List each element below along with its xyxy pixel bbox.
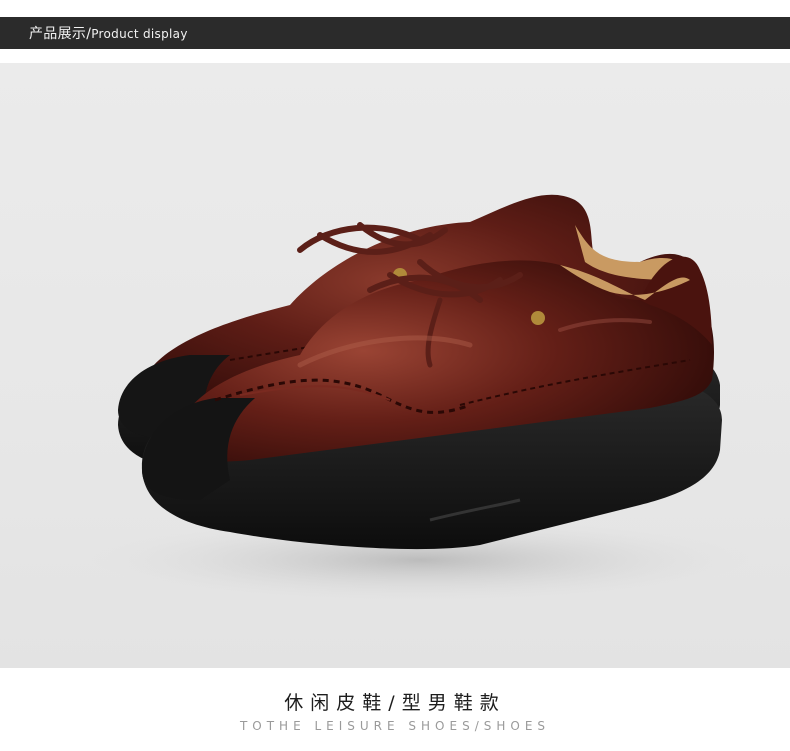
shoe-illustration <box>90 194 750 602</box>
front-shoe <box>141 256 722 550</box>
section-title: 产品展示/Product display <box>29 23 188 43</box>
section-title-cn: 产品展示 <box>29 26 87 42</box>
product-caption-en: TOTHE LEISURE SHOES/SHOES <box>239 719 551 733</box>
product-caption: 休闲皮鞋/型男鞋款 <box>284 692 506 714</box>
section-title-en: Product display <box>91 27 188 41</box>
product-photo <box>0 63 790 668</box>
section-header-bar: 产品展示/Product display <box>0 17 790 49</box>
